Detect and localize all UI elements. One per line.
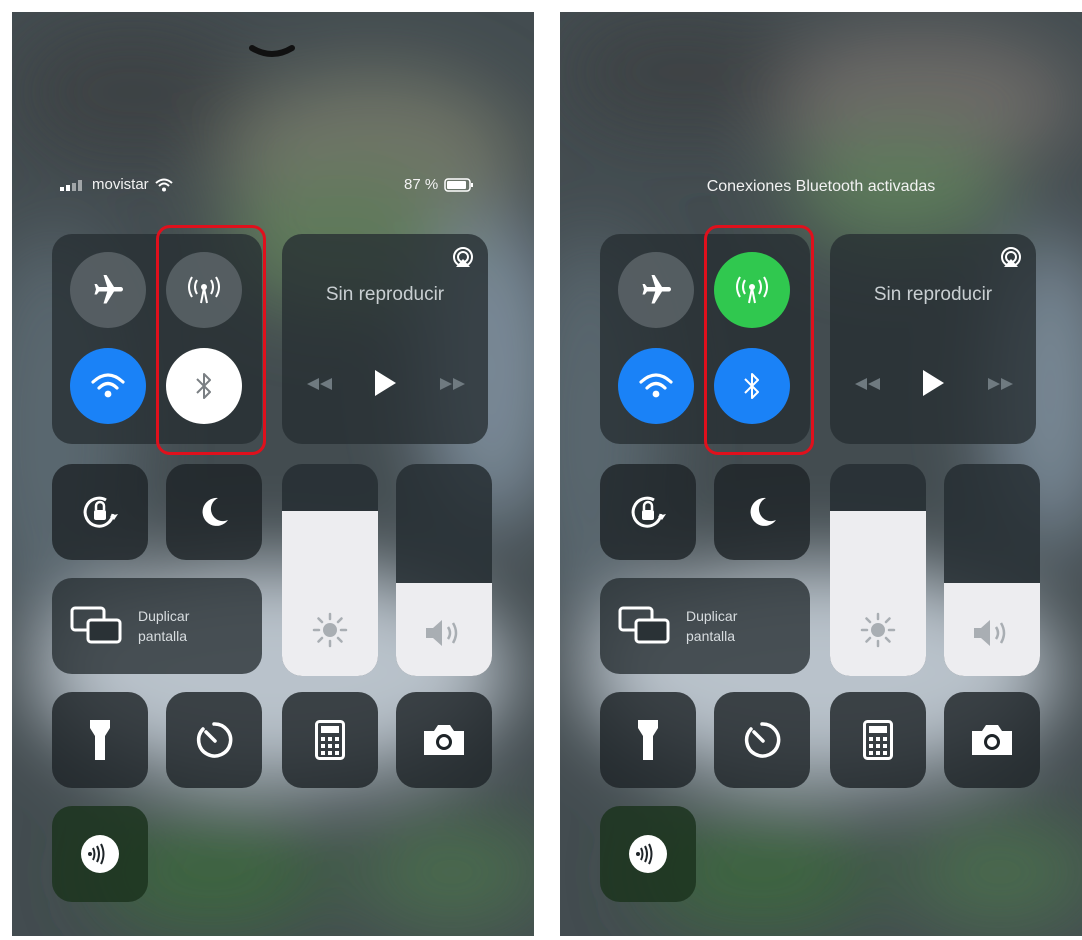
airplane-mode-toggle[interactable] (70, 252, 146, 328)
timer-icon (196, 722, 233, 758)
speaker-icon (974, 620, 1006, 646)
moon-icon (750, 497, 776, 526)
screen-mirroring-label: Duplicar pantalla (686, 608, 738, 644)
screen-mirroring-button[interactable]: Duplicar pantalla (52, 578, 262, 674)
brightness-level (282, 510, 378, 676)
airplane-icon (642, 275, 671, 304)
flashlight-icon (90, 720, 110, 760)
calculator-icon (315, 720, 345, 760)
flashlight-button[interactable] (600, 692, 696, 788)
play-icon[interactable] (372, 368, 398, 398)
media-module[interactable]: Sin reproducir (282, 234, 488, 444)
screen-mirroring-button[interactable]: Duplicar pantalla (600, 578, 810, 674)
chevron-down-icon[interactable] (248, 44, 296, 60)
wallet-nfc-button[interactable] (600, 806, 696, 902)
cellular-data-toggle[interactable] (166, 252, 242, 328)
wifi-toggle[interactable] (70, 348, 146, 424)
timer-button[interactable] (166, 692, 262, 788)
timer-button[interactable] (714, 692, 810, 788)
do-not-disturb-button[interactable] (714, 464, 810, 560)
brightness-slider[interactable] (282, 464, 378, 676)
status-carrier-group: movistar (60, 176, 173, 193)
calculator-button[interactable] (830, 692, 926, 788)
bluetooth-toggle[interactable] (166, 348, 242, 424)
wifi-icon (639, 373, 673, 398)
bluetooth-icon (196, 373, 211, 399)
timer-icon (744, 722, 781, 758)
calculator-icon (863, 720, 893, 760)
camera-button[interactable] (396, 692, 492, 788)
nfc-wallet-icon (629, 835, 667, 873)
airplay-icon[interactable] (1000, 246, 1022, 268)
sun-icon (312, 612, 348, 648)
camera-icon (972, 725, 1012, 755)
camera-icon (424, 725, 464, 755)
brightness-level (830, 510, 926, 676)
volume-slider[interactable] (396, 464, 492, 676)
forward-icon[interactable] (438, 376, 468, 392)
carrier-name: movistar (92, 176, 149, 193)
control-center-right: Conexiones Bluetooth activadas Sin repro… (560, 12, 1082, 936)
wifi-toggle[interactable] (618, 348, 694, 424)
bluetooth-toggle[interactable] (714, 348, 790, 424)
camera-button[interactable] (944, 692, 1040, 788)
flashlight-icon (638, 720, 658, 760)
orientation-lock-icon (83, 496, 118, 528)
status-battery-group: 87 % (404, 176, 474, 193)
bluetooth-banner: Conexiones Bluetooth activadas (706, 178, 936, 195)
wifi-icon (91, 373, 125, 398)
moon-icon (202, 497, 228, 526)
media-title: Sin reproducir (873, 284, 993, 305)
orientation-lock-button[interactable] (600, 464, 696, 560)
rewind-icon[interactable] (304, 376, 334, 392)
battery-percent: 87 % (404, 176, 439, 193)
airplane-mode-toggle[interactable] (618, 252, 694, 328)
antenna-icon (736, 276, 768, 304)
media-title: Sin reproducir (325, 284, 445, 305)
speaker-icon (426, 620, 458, 646)
screen-mirroring-icon (618, 606, 670, 644)
battery-icon (444, 177, 474, 192)
flashlight-button[interactable] (52, 692, 148, 788)
bluetooth-icon (744, 373, 759, 399)
antenna-icon (188, 276, 220, 304)
nfc-wallet-icon (81, 835, 119, 873)
sun-icon (860, 612, 896, 648)
rewind-icon[interactable] (852, 376, 882, 392)
forward-icon[interactable] (986, 376, 1016, 392)
signal-bars-icon (60, 179, 82, 191)
wifi-status-icon (155, 178, 173, 191)
media-module[interactable]: Sin reproducir (830, 234, 1036, 444)
airplay-icon[interactable] (452, 246, 474, 268)
screen-mirroring-icon (70, 606, 122, 644)
control-center-left: movistar 87 % Sin reproducir Duplicar pa… (12, 12, 534, 936)
airplane-icon (94, 275, 123, 304)
wallet-nfc-button[interactable] (52, 806, 148, 902)
play-icon[interactable] (920, 368, 946, 398)
do-not-disturb-button[interactable] (166, 464, 262, 560)
cellular-data-toggle[interactable] (714, 252, 790, 328)
orientation-lock-button[interactable] (52, 464, 148, 560)
orientation-lock-icon (631, 496, 666, 528)
volume-slider[interactable] (944, 464, 1040, 676)
screen-mirroring-label: Duplicar pantalla (138, 608, 190, 644)
brightness-slider[interactable] (830, 464, 926, 676)
calculator-button[interactable] (282, 692, 378, 788)
